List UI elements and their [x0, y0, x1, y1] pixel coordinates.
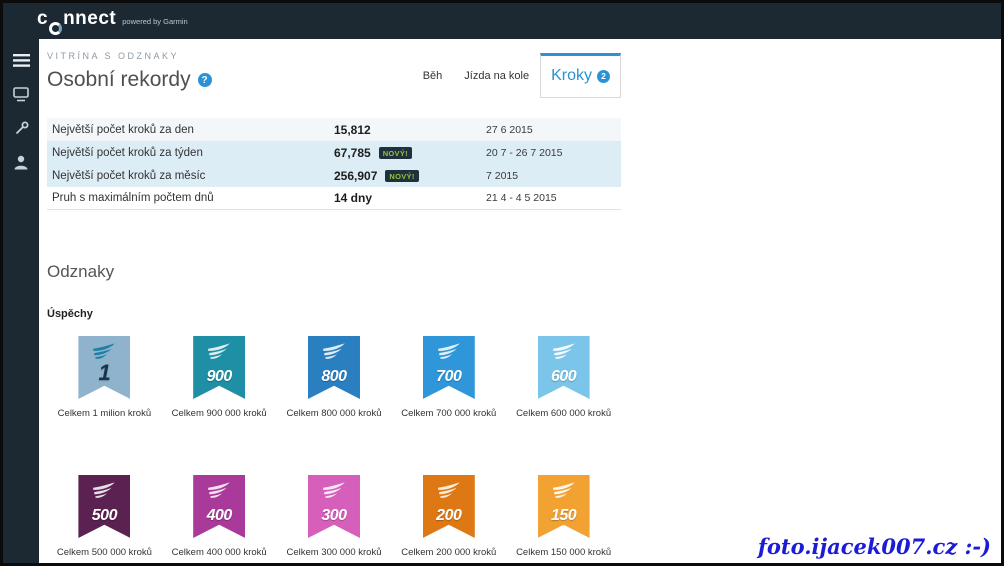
badge-300k-steps[interactable]: 300 Celkem 300 000 kroků — [277, 475, 392, 558]
badge-number: 500 — [78, 507, 130, 525]
profile-icon[interactable] — [11, 153, 31, 171]
table-row: Největší počet kroků za den 15,812 27 6 … — [47, 118, 621, 141]
record-value: 14 dny — [334, 191, 486, 205]
badge-ribbon-icon: 900 — [193, 336, 245, 399]
badge-600k-steps[interactable]: 600 Celkem 600 000 kroků — [506, 336, 621, 419]
badge-label: Celkem 150 000 kroků — [506, 547, 621, 558]
record-label: Největší počet kroků za měsíc — [52, 170, 334, 182]
badge-ribbon-icon: 400 — [193, 475, 245, 538]
badges-grid: 1 Celkem 1 milion kroků 900 Celkem 900 0… — [47, 336, 621, 558]
badge-label: Celkem 600 000 kroků — [506, 408, 621, 419]
tab-cycling[interactable]: Jízda na kole — [453, 58, 540, 94]
record-date: 7 2015 — [486, 170, 621, 182]
record-date: 20 7 - 26 7 2015 — [486, 147, 621, 159]
record-label: Pruh s maximálním počtem dnů — [52, 192, 334, 204]
main-content: VITRÍNA S ODZNAKY Osobní rekordy ? Běh J… — [39, 39, 1001, 563]
badge-number: 900 — [193, 368, 245, 386]
garmin-connect-logo[interactable]: connect powered by Garmin — [37, 8, 188, 34]
records-table: Největší počet kroků za den 15,812 27 6 … — [47, 118, 621, 210]
badge-ribbon-icon: 500 — [78, 475, 130, 538]
wing-icon — [423, 482, 475, 500]
page-title: Osobní rekordy — [47, 68, 191, 92]
badges-section-title: Odznaky — [47, 262, 621, 282]
badge-number: 600 — [538, 368, 590, 386]
logo-text-rest: nnect — [63, 8, 116, 30]
badge-label: Celkem 500 000 kroků — [47, 547, 162, 558]
badge-number: 700 — [423, 368, 475, 386]
table-row: Největší počet kroků za týden 67,785NOVÝ… — [47, 141, 621, 164]
record-date: 27 6 2015 — [486, 124, 621, 136]
record-label: Největší počet kroků za den — [52, 124, 334, 136]
tab-running[interactable]: Běh — [412, 58, 454, 94]
badge-ribbon-icon: 150 — [538, 475, 590, 538]
badge-400k-steps[interactable]: 400 Celkem 400 000 kroků — [162, 475, 277, 558]
tab-steps-label: Kroky — [551, 67, 592, 85]
wing-icon — [78, 482, 130, 500]
app-window: connect powered by Garmin — [0, 0, 1004, 566]
wing-icon — [538, 482, 590, 500]
badge-900k-steps[interactable]: 900 Celkem 900 000 kroků — [162, 336, 277, 419]
wing-icon — [308, 343, 360, 361]
new-record-badge: NOVÝ! — [385, 170, 418, 182]
table-row: Největší počet kroků za měsíc 256,907NOV… — [47, 164, 621, 187]
tab-steps-count-badge: 2 — [597, 70, 610, 83]
logo-text-c: c — [37, 8, 48, 30]
record-label: Největší počet kroků za týden — [52, 147, 334, 159]
badge-label: Celkem 800 000 kroků — [277, 408, 392, 419]
badge-label: Celkem 400 000 kroků — [162, 547, 277, 558]
wing-icon — [193, 482, 245, 500]
badge-label: Celkem 1 milion kroků — [47, 408, 162, 419]
badge-ribbon-icon: 700 — [423, 336, 475, 399]
hamburger-menu-icon[interactable] — [11, 51, 31, 69]
logo-o-icon: o — [49, 22, 62, 35]
badge-200k-steps[interactable]: 200 Celkem 200 000 kroků — [391, 475, 506, 558]
badge-150k-steps[interactable]: 150 Celkem 150 000 kroků — [506, 475, 621, 558]
badge-ribbon-icon: 600 — [538, 336, 590, 399]
badge-700k-steps[interactable]: 700 Celkem 700 000 kroků — [391, 336, 506, 419]
table-row: Pruh s maximálním počtem dnů 14 dny 21 4… — [47, 187, 621, 210]
badge-label: Celkem 900 000 kroků — [162, 408, 277, 419]
achievements-group-title: Úspěchy — [47, 308, 621, 320]
new-record-badge: NOVÝ! — [379, 147, 412, 159]
wing-icon — [193, 343, 245, 361]
wing-icon — [308, 482, 360, 500]
wing-icon — [78, 343, 130, 361]
record-date: 21 4 - 4 5 2015 — [486, 192, 621, 204]
wing-icon — [538, 343, 590, 361]
tab-steps[interactable]: Kroky 2 — [540, 53, 621, 98]
badge-label: Celkem 200 000 kroků — [391, 547, 506, 558]
top-navbar: connect powered by Garmin — [3, 3, 1001, 39]
badge-ribbon-icon: 300 — [308, 475, 360, 538]
breadcrumb: VITRÍNA S ODZNAKY — [47, 51, 212, 61]
wing-icon — [423, 343, 475, 361]
badge-label: Celkem 300 000 kroků — [277, 547, 392, 558]
tools-icon[interactable] — [11, 119, 31, 137]
record-value: 15,812 — [334, 123, 486, 137]
badge-number: 150 — [538, 507, 590, 525]
help-icon[interactable]: ? — [198, 73, 212, 87]
device-icon[interactable] — [11, 85, 31, 103]
badge-ribbon-icon: 200 — [423, 475, 475, 538]
badge-number: 800 — [308, 368, 360, 386]
record-value: 256,907NOVÝ! — [334, 169, 486, 183]
left-sidebar — [3, 39, 39, 563]
badge-800k-steps[interactable]: 800 Celkem 800 000 kroků — [277, 336, 392, 419]
badge-500k-steps[interactable]: 500 Celkem 500 000 kroků — [47, 475, 162, 558]
badge-ribbon-icon: 800 — [308, 336, 360, 399]
badge-number: 1 — [78, 360, 130, 386]
badge-number: 300 — [308, 507, 360, 525]
photo-watermark: foto.ijacek007.cz :-) — [758, 534, 991, 559]
badge-number: 400 — [193, 507, 245, 525]
sport-tabs: Běh Jízda na kole Kroky 2 — [412, 53, 621, 98]
badge-number: 200 — [423, 507, 475, 525]
page-header: VITRÍNA S ODZNAKY Osobní rekordy ? Běh J… — [47, 51, 621, 98]
record-value: 67,785NOVÝ! — [334, 146, 486, 160]
badge-1-million-steps[interactable]: 1 Celkem 1 milion kroků — [47, 336, 162, 419]
badge-ribbon-icon: 1 — [78, 336, 130, 399]
logo-tagline: powered by Garmin — [122, 17, 187, 26]
badge-label: Celkem 700 000 kroků — [391, 408, 506, 419]
